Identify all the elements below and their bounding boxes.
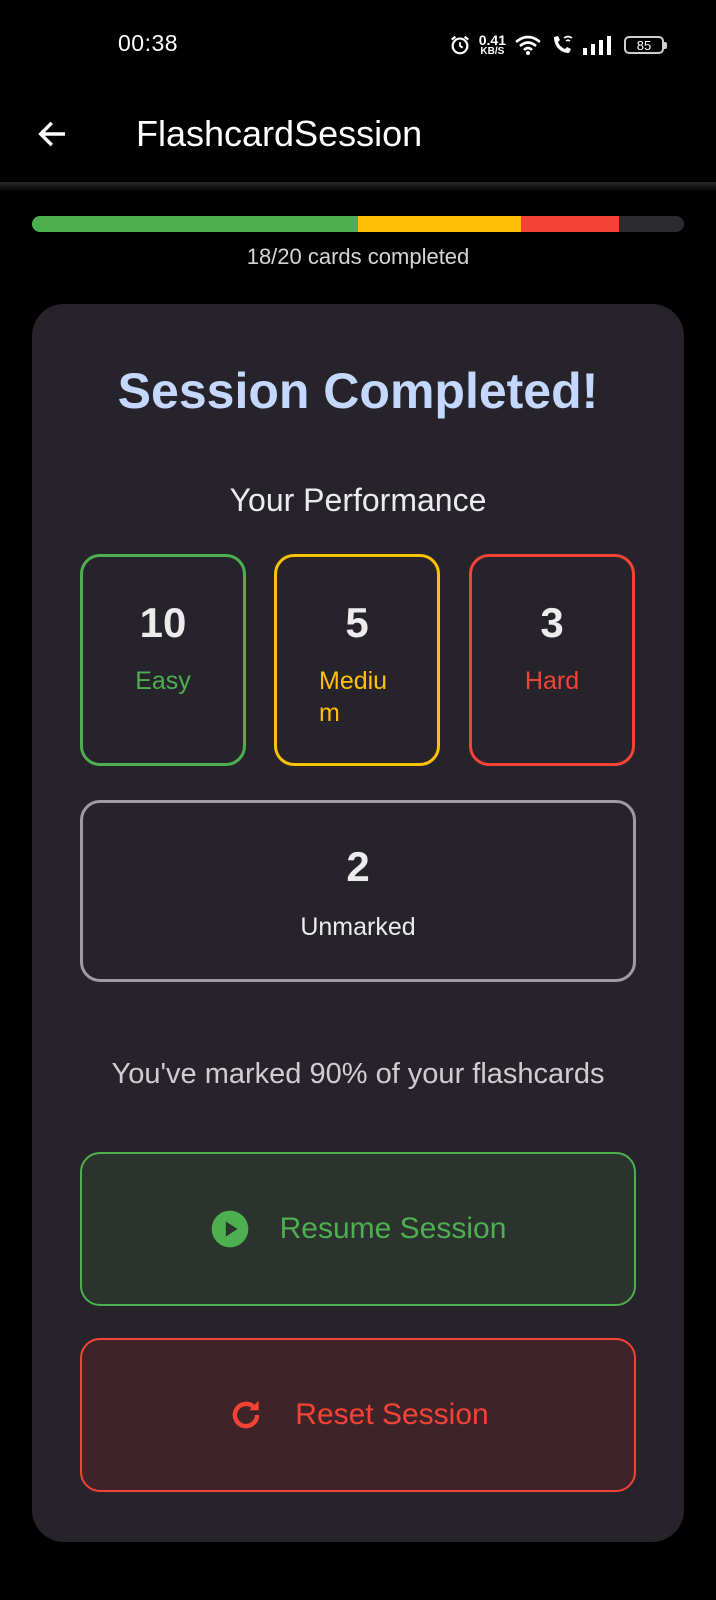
refresh-icon xyxy=(233,1400,260,1429)
progress-bar xyxy=(32,216,684,232)
unmarked-label: Unmarked xyxy=(300,913,416,941)
resume-session-label: Resume Session xyxy=(279,1212,507,1245)
session-completed-title: Session Completed! xyxy=(117,363,599,419)
marked-percentage-text: You've marked 90% of your flashcards xyxy=(111,1058,605,1090)
arrow-back-icon xyxy=(38,121,66,147)
hard-label: Hard xyxy=(524,667,580,695)
status-time: 00:38 xyxy=(118,30,179,56)
medium-label: Medium xyxy=(319,667,388,727)
net-speed-value: 0.41 xyxy=(478,32,506,48)
progress-segment-hard xyxy=(521,216,619,232)
resume-session-button[interactable]: Resume Session xyxy=(80,1152,636,1306)
alarm-icon xyxy=(449,34,471,56)
battery-icon: 85 xyxy=(624,36,667,54)
signal-icon xyxy=(582,35,612,55)
play-circle-icon xyxy=(211,1210,248,1248)
wifi-icon xyxy=(514,34,542,56)
session-summary-card: Session Completed! Your Performance 10 E… xyxy=(32,304,684,1542)
page-title: FlashcardSession xyxy=(136,113,423,154)
reset-session-button[interactable]: Reset Session xyxy=(80,1338,636,1492)
progress-segment-medium xyxy=(358,216,521,232)
wifi-call-icon xyxy=(550,34,574,56)
medium-count: 5 xyxy=(345,599,369,646)
performance-heading: Your Performance xyxy=(229,482,487,518)
medium-stat-box: 5 Medium xyxy=(274,554,440,766)
progress-label: 18/20 cards completed xyxy=(246,244,470,269)
hard-count: 3 xyxy=(540,599,564,646)
app-bar-divider xyxy=(0,182,716,192)
net-speed-unit: KB/S xyxy=(480,46,505,57)
status-icons: 0.41 KB/S 85 xyxy=(449,30,667,60)
back-button[interactable] xyxy=(30,112,74,156)
hard-stat-box: 3 Hard xyxy=(469,554,635,766)
reset-session-label: Reset Session xyxy=(295,1398,489,1431)
easy-count: 10 xyxy=(139,599,187,646)
app-bar: FlashcardSession xyxy=(0,92,716,184)
easy-stat-box: 10 Easy xyxy=(80,554,246,766)
unmarked-count: 2 xyxy=(346,843,370,890)
net-speed: 0.41 KB/S xyxy=(479,33,506,57)
unmarked-stat-box: 2 Unmarked xyxy=(80,800,636,982)
progress-segment-easy xyxy=(32,216,358,232)
status-bar: 00:38 0.41 KB/S 85 xyxy=(0,0,716,92)
easy-label: Easy xyxy=(135,667,191,695)
